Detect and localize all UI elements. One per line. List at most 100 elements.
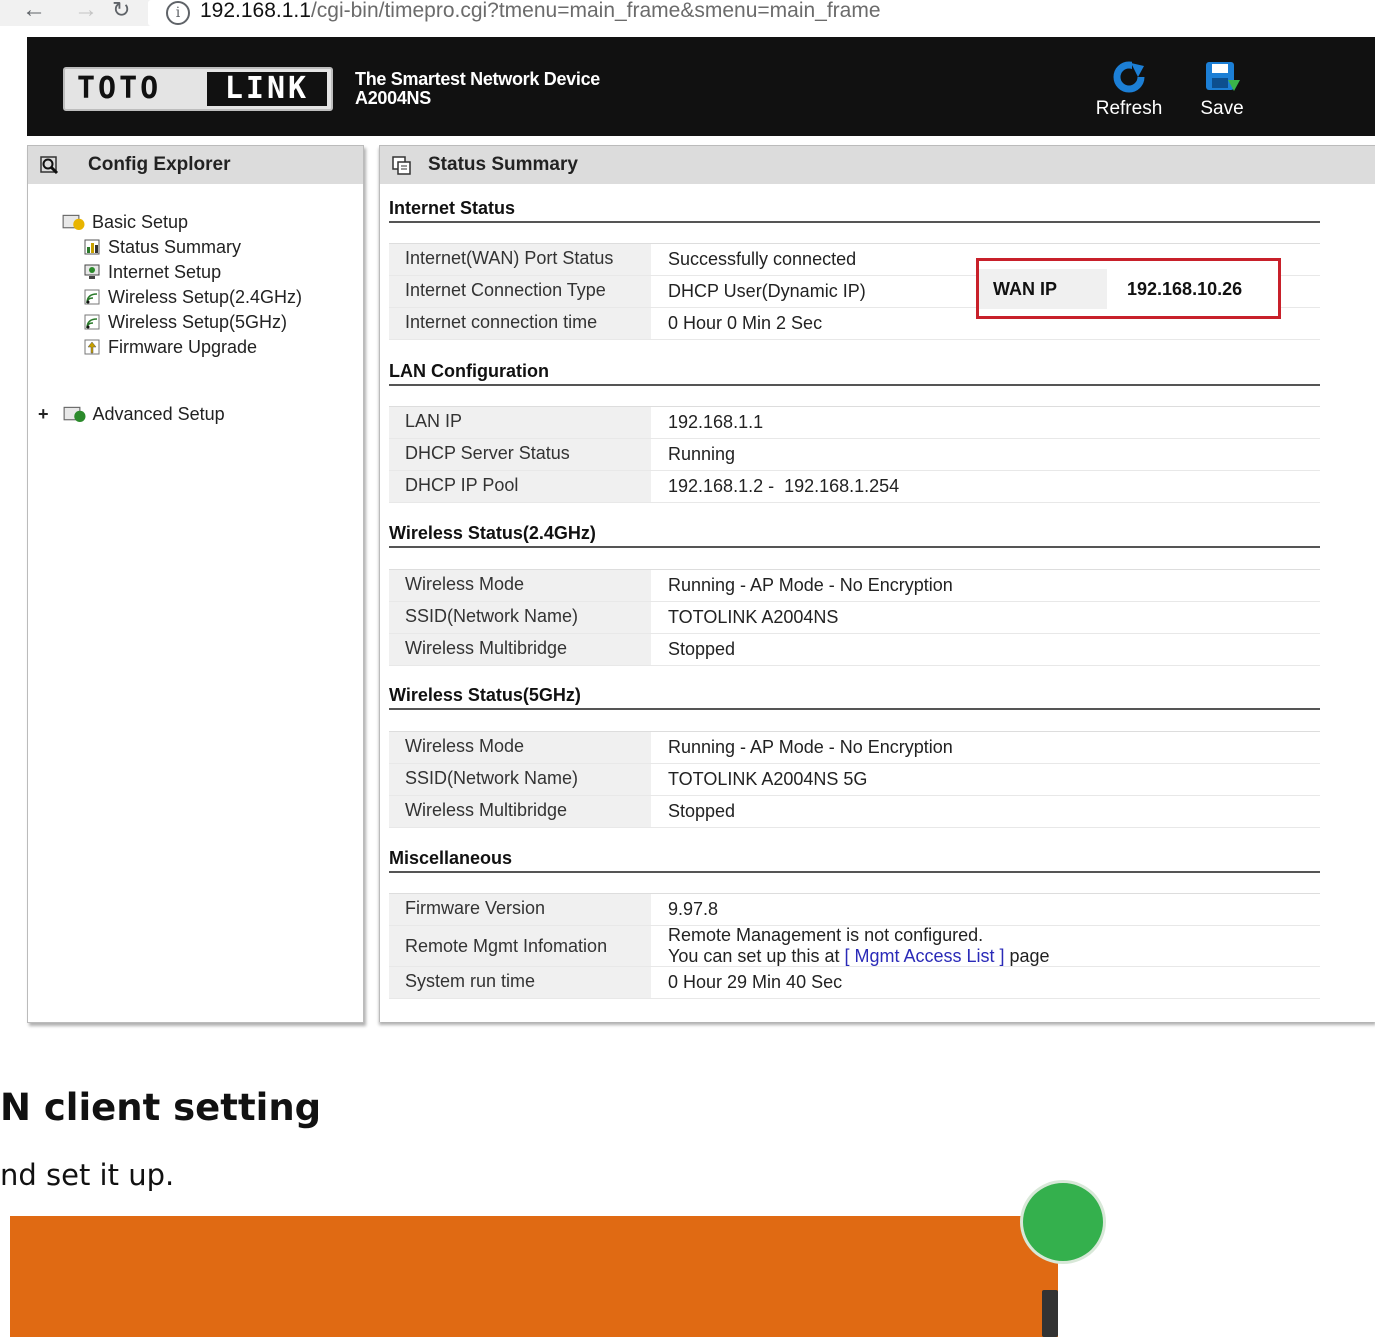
document-heading: N client setting: [0, 1086, 322, 1129]
reload-icon[interactable]: ↻: [112, 0, 130, 23]
row-label: Wireless Multibridge: [389, 634, 651, 665]
table-row: Wireless Mode Running - AP Mode - No Encr…: [389, 570, 1320, 602]
sidebar-item-label: Firmware Upgrade: [108, 337, 258, 357]
table-row: DHCP IP Pool 192.168.1.2 - 192.168.1.254: [389, 471, 1320, 503]
dark-handle: [1042, 1290, 1058, 1337]
table-row: Wireless Mode Running - AP Mode - No Encr…: [389, 732, 1320, 764]
save-button[interactable]: Save: [1194, 60, 1250, 120]
tree-advanced-setup-label: Advanced Setup: [92, 404, 225, 424]
row-value: 0 Hour 29 Min 40 Sec: [668, 972, 843, 992]
table-row: Firmware Version 9.97.8: [389, 894, 1320, 926]
tree-basic-setup-label: Basic Setup: [92, 212, 189, 232]
logo-link: LINK: [207, 72, 327, 106]
wireless-icon: [84, 314, 100, 330]
section-heading-internet-status: Internet Status: [389, 198, 1320, 223]
magnifier-icon: [40, 156, 59, 175]
sidebar-item-wireless-5ghz[interactable]: Wireless Setup(5GHz): [84, 312, 287, 333]
row-label: Wireless Mode: [389, 732, 651, 763]
row-value: 192.168.1.1: [668, 412, 764, 432]
url-field[interactable]: i 192.168.1.1/cgi-bin/timepro.cgi?tmenu=m…: [148, 0, 1375, 26]
tree-basic-setup[interactable]: Basic Setup: [56, 212, 188, 233]
row-label: SSID(Network Name): [389, 602, 651, 633]
wan-ip-value: 192.168.10.26: [1127, 279, 1243, 299]
table-row: System run time 0 Hour 29 Min 40 Sec: [389, 967, 1320, 999]
row-label: Internet connection time: [389, 308, 651, 339]
row-label: Internet(WAN) Port Status: [389, 244, 651, 275]
lan-configuration-table: LAN IP 192.168.1.1 DHCP Server Status Runn…: [389, 406, 1320, 503]
config-explorer-title: Config Explorer: [88, 154, 231, 175]
wireless-5ghz-table: Wireless Mode Running - AP Mode - No Encr…: [389, 731, 1320, 828]
row-value: TOTOLINK A2004NS 5G: [668, 769, 868, 789]
row-value: Stopped: [668, 801, 736, 821]
tagline-text: The Smartest Network Device: [355, 69, 600, 89]
table-row: LAN IP 192.168.1.1: [389, 407, 1320, 439]
section-heading-lan-configuration: LAN Configuration: [389, 361, 1320, 386]
sidebar-item-label: Internet Setup: [108, 262, 222, 282]
remote-mgmt-line1: Remote Management is not configured.: [668, 925, 984, 945]
expand-icon[interactable]: +: [38, 404, 49, 424]
row-label: LAN IP: [389, 407, 651, 438]
info-icon[interactable]: i: [166, 1, 190, 25]
row-value: DHCP User(Dynamic IP): [668, 281, 866, 301]
green-circle-button[interactable]: [1020, 1180, 1106, 1264]
sidebar-item-internet-setup[interactable]: Internet Setup: [84, 262, 221, 283]
wan-ip-highlight: WAN IP 192.168.10.26: [976, 258, 1281, 319]
row-label: Wireless Multibridge: [389, 796, 651, 827]
refresh-icon: [1113, 60, 1146, 93]
row-label: Wireless Mode: [389, 570, 651, 601]
wireless-24ghz-table: Wireless Mode Running - AP Mode - No Encr…: [389, 569, 1320, 666]
url-host: 192.168.1.1: [200, 0, 311, 22]
table-row: Wireless Multibridge Stopped: [389, 634, 1320, 666]
save-icon: [1206, 62, 1240, 91]
row-label: Remote Mgmt Infomation: [389, 926, 651, 966]
row-label: System run time: [389, 967, 651, 998]
table-row: Remote Mgmt Infomation Remote Management…: [389, 925, 1320, 967]
logo-toto: TOTO: [77, 71, 162, 106]
folder-gear-icon: [63, 406, 86, 422]
config-explorer-header: Config Explorer: [28, 146, 363, 184]
url-path: /cgi-bin/timepro.cgi?tmenu=main_frame&sm…: [310, 0, 881, 22]
row-value: Remote Management is not configured. You…: [668, 925, 1050, 967]
row-value: Running - AP Mode - No Encryption: [668, 737, 953, 757]
tree-advanced-setup[interactable]: + Advanced Setup: [38, 404, 225, 425]
row-label: DHCP IP Pool: [389, 471, 651, 502]
row-value: TOTOLINK A2004NS: [668, 607, 839, 627]
table-row: Wireless Multibridge Stopped: [389, 796, 1320, 828]
row-label: Firmware Version: [389, 894, 651, 925]
sidebar-item-label: Wireless Setup(2.4GHz): [108, 287, 303, 307]
section-heading-miscellaneous: Miscellaneous: [389, 848, 1320, 873]
mgmt-access-list-link[interactable]: [ Mgmt Access List ]: [844, 946, 1004, 966]
table-row: DHCP Server Status Running: [389, 439, 1320, 471]
sidebar-item-firmware-upgrade[interactable]: Firmware Upgrade: [84, 337, 257, 358]
row-label: SSID(Network Name): [389, 764, 651, 795]
row-value: 9.97.8: [668, 899, 719, 919]
remote-mgmt-line2-pre: You can set up this at: [668, 946, 845, 966]
totolink-logo: TOTO LINK: [63, 67, 333, 111]
refresh-button[interactable]: Refresh: [1092, 60, 1166, 120]
row-value: Running: [668, 444, 736, 464]
page-title: Status Summary: [428, 154, 578, 175]
row-value: 0 Hour 0 Min 2 Sec: [668, 313, 823, 333]
back-arrow-icon[interactable]: ←: [22, 0, 46, 24]
sidebar-item-label: Wireless Setup(5GHz): [108, 312, 288, 332]
folder-gear-icon: [62, 214, 85, 230]
row-value: Stopped: [668, 639, 736, 659]
row-value: Running - AP Mode - No Encryption: [668, 575, 953, 595]
chart-icon: [84, 239, 100, 255]
forward-arrow-icon[interactable]: →: [74, 0, 98, 24]
sidebar-item-wireless-24ghz[interactable]: Wireless Setup(2.4GHz): [84, 287, 302, 308]
document-text: nd set it up.: [0, 1158, 175, 1192]
sidebar-item-label: Status Summary: [108, 237, 242, 257]
orange-banner: [10, 1216, 1058, 1337]
row-value: 192.168.1.2 - 192.168.1.254: [668, 476, 900, 496]
sidebar-item-status-summary[interactable]: Status Summary: [84, 237, 241, 258]
table-row: SSID(Network Name) TOTOLINK A2004NS 5G: [389, 764, 1320, 796]
model-name: A2004NS: [355, 88, 431, 108]
miscellaneous-table: Firmware Version 9.97.8 Remote Mgmt Infom…: [389, 893, 1320, 999]
section-heading-wireless-24ghz: Wireless Status(2.4GHz): [389, 523, 1320, 548]
row-label: DHCP Server Status: [389, 439, 651, 470]
refresh-label: Refresh: [1095, 98, 1163, 119]
row-value: Successfully connected: [668, 249, 857, 269]
remote-mgmt-line2-post: page: [1004, 946, 1050, 966]
row-label: Internet Connection Type: [389, 276, 651, 307]
